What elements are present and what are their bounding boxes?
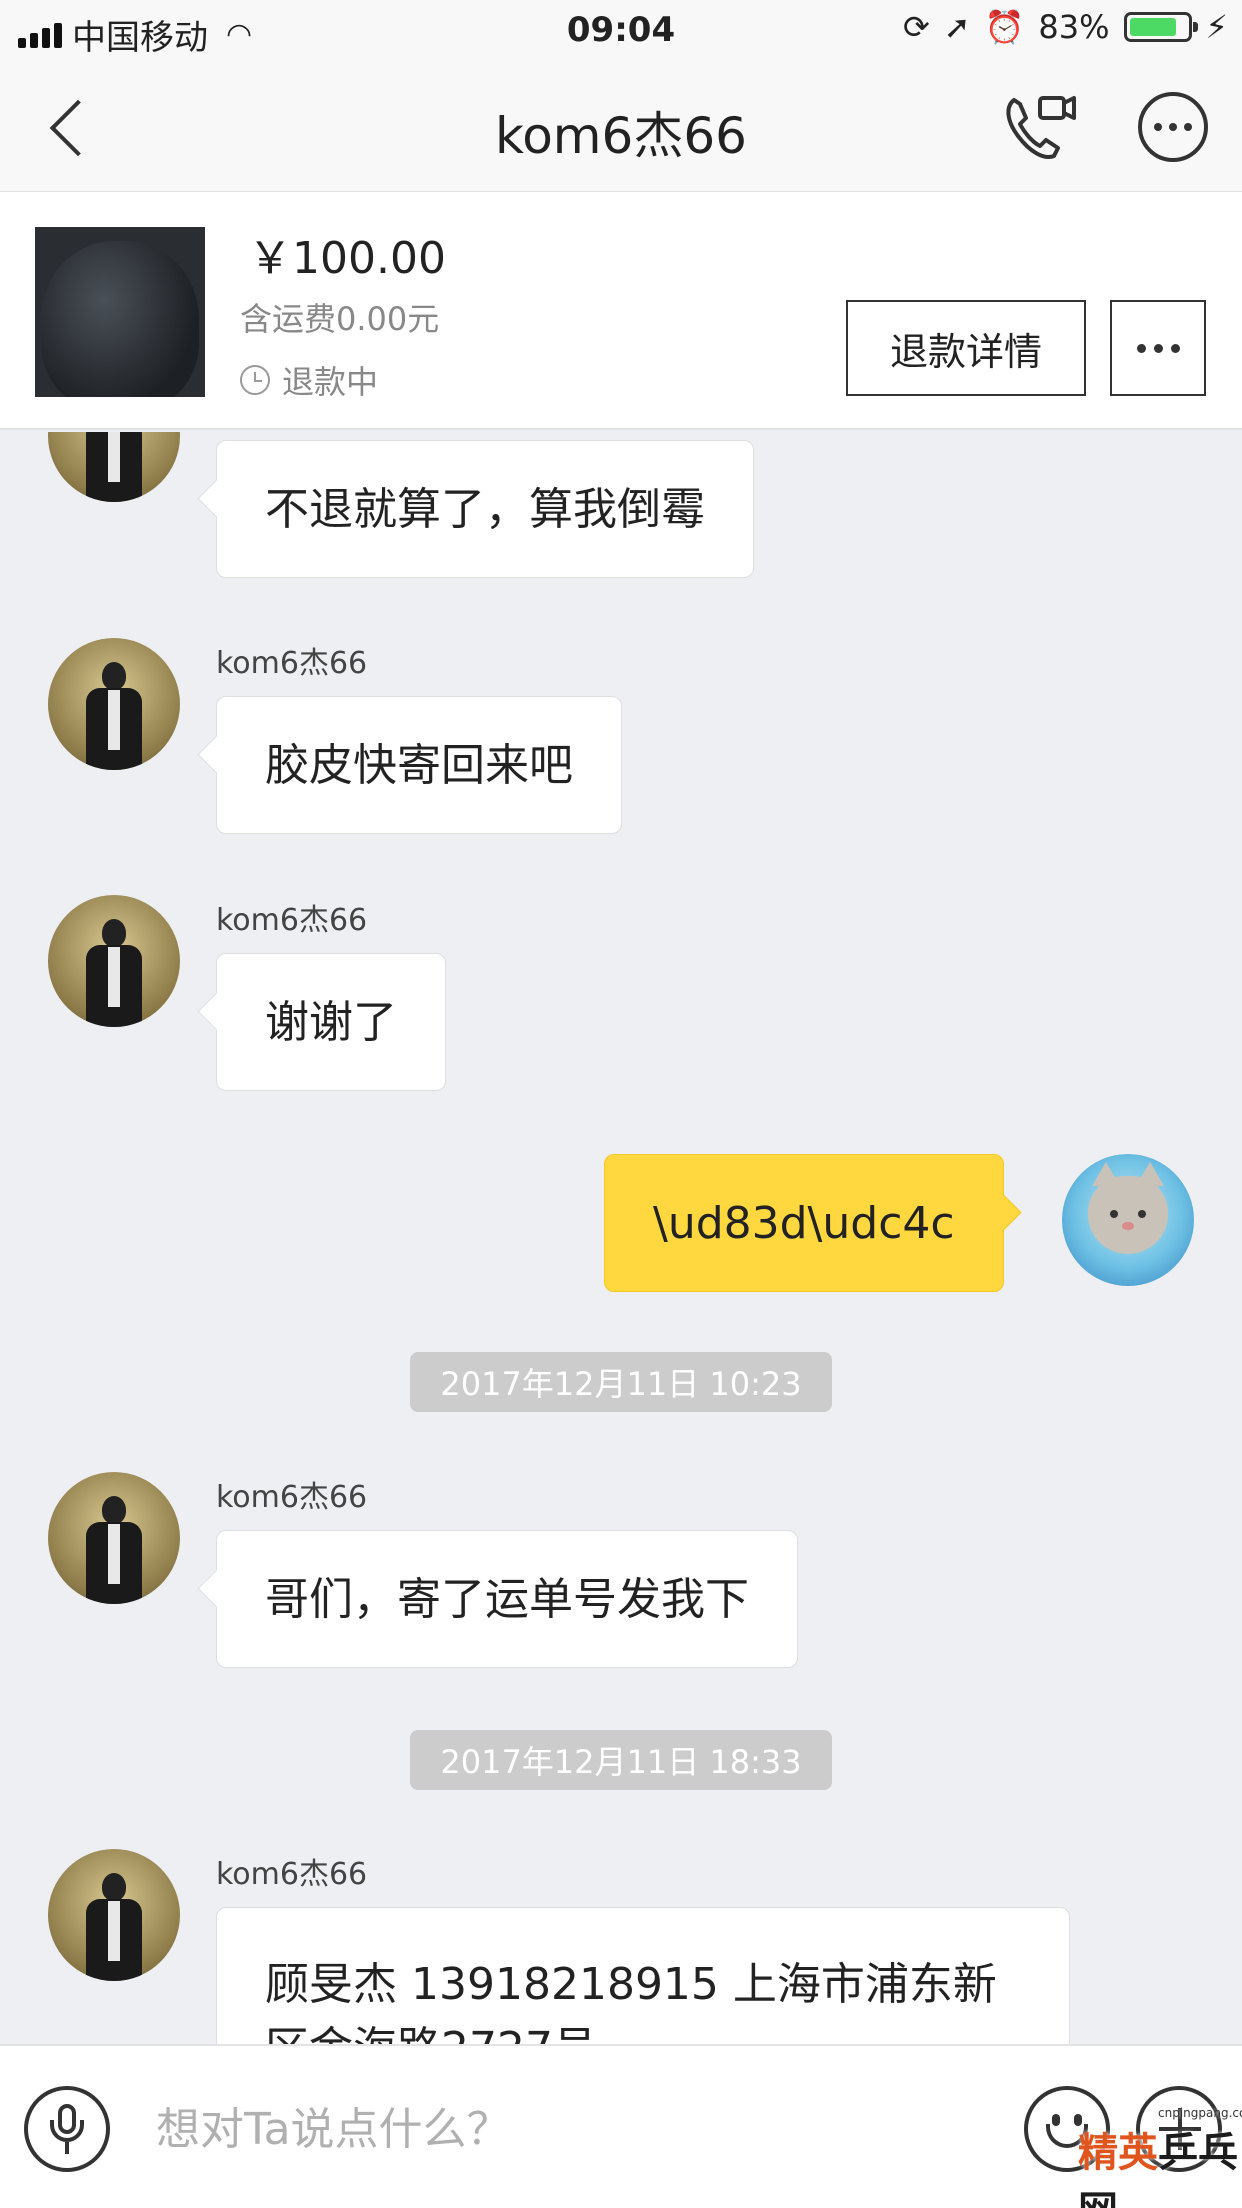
sender-name: kom6杰66 <box>216 646 368 681</box>
battery-percent: 83% <box>1038 8 1110 46</box>
refund-status: 退款中 <box>240 357 378 403</box>
timestamp-divider: 2017年12月11日 18:33 <box>410 1730 832 1790</box>
order-price: ￥100.00 <box>248 233 446 284</box>
watermark-part1: 精英 <box>1078 2130 1158 2176</box>
chat-list[interactable]: 不退就算了，算我倒霉 kom6杰66 胶皮快寄回来吧 kom6杰66 谢谢了 \… <box>0 432 1242 2044</box>
message-bubble[interactable]: 谢谢了 <box>216 953 446 1091</box>
nav-bar: kom6杰66 <box>0 62 1242 192</box>
video-call-icon[interactable] <box>1000 90 1080 166</box>
sender-name: kom6杰66 <box>216 1857 368 1892</box>
location-icon: ➚ <box>943 8 971 46</box>
message-bubble[interactable]: 顾旻杰 13918218915 上海市浦东新区金海路2727号 <box>216 1907 1070 2044</box>
watermark-url: cnpingpang.com <box>1158 2106 1242 2120</box>
timestamp-divider: 2017年12月11日 10:23 <box>410 1352 832 1412</box>
contact-avatar[interactable] <box>48 1472 180 1604</box>
message-bubble[interactable]: 不退就算了，算我倒霉 <box>216 440 754 578</box>
order-shipping: 含运费0.00元 <box>240 300 440 338</box>
message-bubble[interactable]: 哥们，寄了运单号发我下 <box>216 1530 798 1668</box>
product-thumbnail[interactable] <box>35 227 205 397</box>
clock-icon <box>240 365 270 395</box>
message-bubble-mine[interactable]: \ud83d\udc4c <box>604 1154 1004 1292</box>
contact-avatar[interactable] <box>48 895 180 1027</box>
message-input[interactable] <box>156 2086 996 2172</box>
contact-avatar[interactable] <box>48 1849 180 1981</box>
sender-name: kom6杰66 <box>216 903 368 938</box>
orientation-lock-icon: ⟳ <box>902 8 930 46</box>
status-bar: 中国移动 ◠ 09:04 ⟳ ➚ ⏰ 83% ⚡ <box>0 0 1242 62</box>
sender-name: kom6杰66 <box>216 1480 368 1515</box>
my-avatar[interactable] <box>1062 1154 1194 1286</box>
microphone-icon[interactable] <box>24 2086 110 2172</box>
alarm-icon: ⏰ <box>984 8 1025 46</box>
site-watermark: 精英乒乓网 cnpingpang.com <box>1078 2106 1242 2208</box>
contact-avatar[interactable] <box>48 638 180 770</box>
refund-details-button[interactable]: 退款详情 <box>846 300 1086 396</box>
battery-icon <box>1123 12 1198 42</box>
charging-icon: ⚡ <box>1205 8 1228 46</box>
input-bar <box>0 2044 1242 2208</box>
refund-status-label: 退款中 <box>282 363 379 401</box>
message-bubble[interactable]: 胶皮快寄回来吧 <box>216 696 622 834</box>
order-more-icon[interactable] <box>1110 300 1206 396</box>
contact-avatar[interactable] <box>48 432 180 502</box>
order-card[interactable]: ￥100.00 含运费0.00元 退款中 退款详情 <box>0 192 1242 430</box>
more-options-icon[interactable] <box>1138 92 1208 162</box>
